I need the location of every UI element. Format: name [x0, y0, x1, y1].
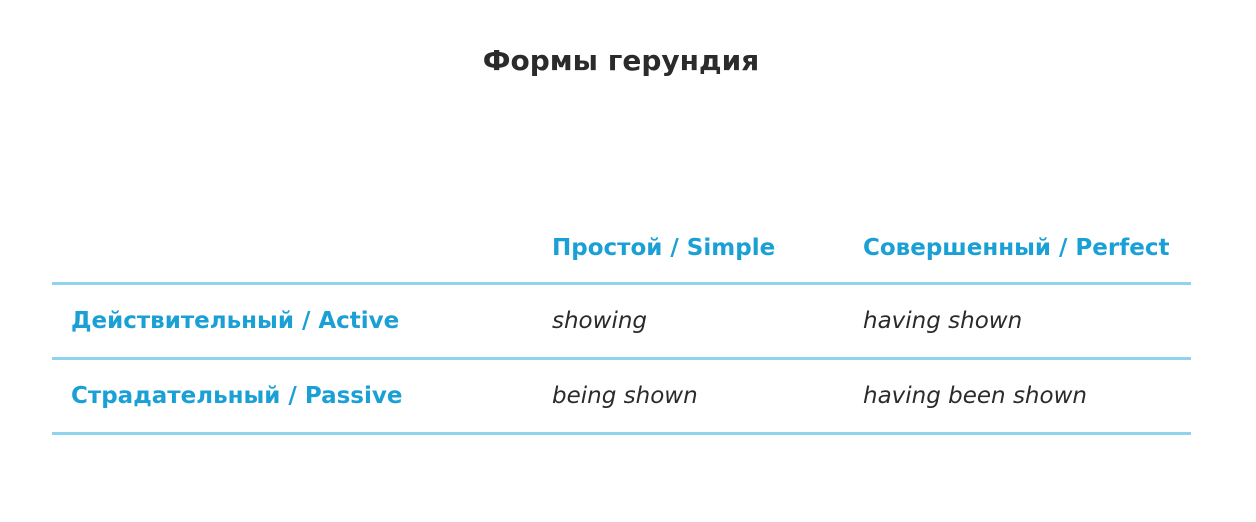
gerund-forms-table-container: Простой / Simple Совершенный / Perfect Д… [52, 214, 1191, 435]
row-label-active: Действительный / Active [52, 283, 552, 360]
table-row-passive: Страдательный / Passive being shown havi… [52, 358, 1191, 435]
row-label-passive: Страдательный / Passive [52, 358, 552, 435]
cell-active-simple: showing [552, 283, 863, 360]
cell-passive-perfect: having been shown [863, 358, 1191, 435]
cell-passive-simple: being shown [552, 358, 863, 435]
page-title: Формы герундия [482, 44, 760, 77]
header-simple: Простой / Simple [552, 214, 863, 285]
table-header: Простой / Simple Совершенный / Perfect [52, 214, 1191, 285]
header-empty-cell [52, 214, 552, 285]
gerund-forms-table: Простой / Simple Совершенный / Perfect Д… [52, 214, 1191, 435]
table-body: Действительный / Active showing having s… [52, 283, 1191, 435]
cell-active-perfect: having shown [863, 283, 1191, 360]
header-row: Простой / Simple Совершенный / Perfect [52, 214, 1191, 285]
header-perfect: Совершенный / Perfect [863, 214, 1191, 285]
table-row-active: Действительный / Active showing having s… [52, 283, 1191, 360]
